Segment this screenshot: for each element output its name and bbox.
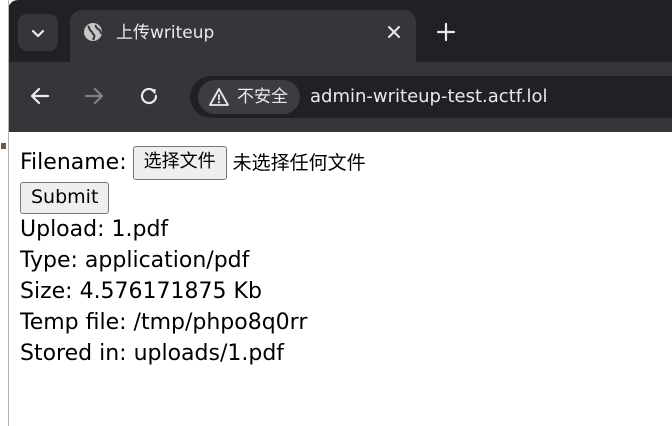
upload-form-row: Filename: 选择文件 未选择任何文件 <box>20 146 366 180</box>
security-indicator[interactable]: 不安全 <box>198 80 300 114</box>
address-bar[interactable]: 不安全 admin-writeup-test.actf.lol <box>190 76 672 118</box>
warning-triangle-icon <box>209 88 229 106</box>
temp-file-line: Temp file: /tmp/phpo8q0rr <box>20 310 308 335</box>
choose-file-button[interactable]: 选择文件 <box>132 146 227 180</box>
tab-strip: 上传writeup <box>8 0 672 62</box>
reload-icon[interactable] <box>137 84 161 108</box>
tab-search-button[interactable] <box>18 14 58 51</box>
upload-type-line: Type: application/pdf <box>20 248 250 273</box>
new-tab-plus-icon[interactable] <box>436 22 456 42</box>
upload-result: Upload: 1.pdf Type: application/pdf Size… <box>20 214 366 369</box>
tab-upload-writeup[interactable]: 上传writeup <box>70 10 416 62</box>
upload-size-line: Size: 4.576171875 Kb <box>20 279 262 304</box>
browser-window: 上传writeup 不安全 admin-writeup-test.actf.lo… <box>8 0 672 132</box>
not-secure-label: 不安全 <box>237 87 288 107</box>
globe-icon <box>84 23 102 41</box>
page-content: Filename: 选择文件 未选择任何文件 Submit Upload: 1.… <box>20 146 366 369</box>
tab-title: 上传writeup <box>116 23 215 43</box>
background-window-mark <box>1 143 6 149</box>
close-tab-icon[interactable] <box>385 23 403 41</box>
forward-arrow-icon[interactable] <box>82 84 106 108</box>
background-window-edge <box>0 0 9 426</box>
stored-path-line: Stored in: uploads/1.pdf <box>20 341 285 366</box>
url-text[interactable]: admin-writeup-test.actf.lol <box>310 86 548 108</box>
upload-name-line: Upload: 1.pdf <box>20 217 169 242</box>
submit-button[interactable]: Submit <box>20 182 110 214</box>
back-arrow-icon[interactable] <box>28 84 52 108</box>
no-file-chosen-text: 未选择任何文件 <box>232 152 366 174</box>
screenshot: 上传writeup 不安全 admin-writeup-test.actf.lo… <box>0 0 672 426</box>
browser-toolbar: 不安全 admin-writeup-test.actf.lol <box>8 62 672 132</box>
chevron-down-icon <box>31 29 45 37</box>
filename-label: Filename: <box>20 150 127 175</box>
